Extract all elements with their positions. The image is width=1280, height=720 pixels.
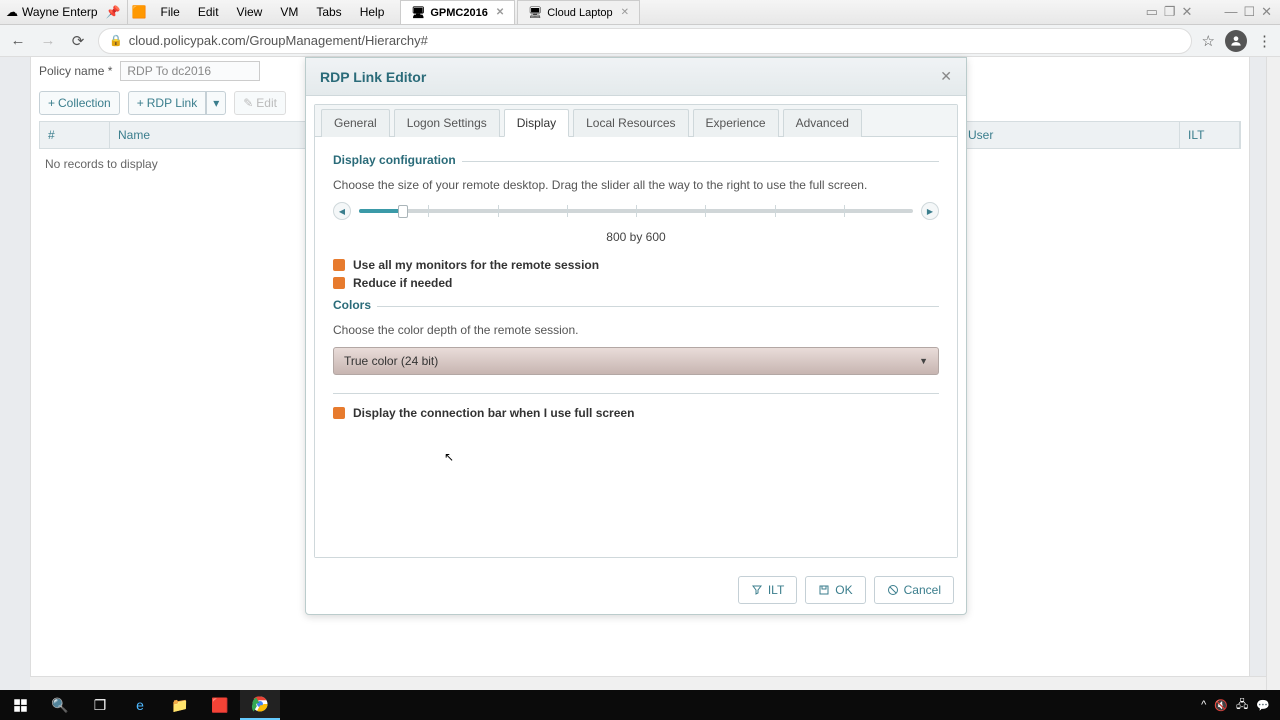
menu-vm[interactable]: VM xyxy=(272,2,306,22)
vm-tab-label: GPMC2016 xyxy=(430,7,487,19)
forward-button[interactable]: → xyxy=(38,32,58,49)
dialog-title: RDP Link Editor xyxy=(320,69,426,85)
group-display-config-title: Display configuration xyxy=(333,153,462,167)
tab-advanced[interactable]: Advanced xyxy=(783,109,862,137)
checkbox-connection-bar-label: Display the connection bar when I use fu… xyxy=(353,406,634,420)
menu-help[interactable]: Help xyxy=(352,2,393,22)
tray-network-icon[interactable]: 🖧 xyxy=(1236,696,1248,715)
button-label: Cancel xyxy=(904,583,941,597)
reload-button[interactable]: ⟳ xyxy=(68,32,88,50)
checkbox-reduce[interactable] xyxy=(333,277,345,289)
color-depth-select[interactable]: True color (24 bit) ▼ xyxy=(333,347,939,375)
slider-thumb[interactable] xyxy=(398,205,408,218)
tab-display[interactable]: Display xyxy=(504,109,569,137)
vm-host-tab-label: Wayne Enterp xyxy=(22,5,98,19)
slider-decrease-button[interactable]: ◀ xyxy=(333,202,351,220)
tray-notifications-icon[interactable]: 💬 xyxy=(1256,699,1270,712)
close-icon[interactable]: ✕ xyxy=(1182,4,1193,20)
browser-toolbar: ← → ⟳ 🔒 cloud.policypak.com/GroupManagem… xyxy=(0,25,1280,57)
menu-edit[interactable]: Edit xyxy=(190,2,227,22)
menu-view[interactable]: View xyxy=(229,2,271,22)
checkbox-all-monitors[interactable] xyxy=(333,259,345,271)
chevron-down-icon: ▼ xyxy=(919,356,928,366)
rdp-link-editor-dialog: RDP Link Editor ✕ General Logon Settings… xyxy=(305,57,967,615)
ok-button[interactable]: OK xyxy=(805,576,865,604)
address-bar[interactable]: 🔒 cloud.policypak.com/GroupManagement/Hi… xyxy=(98,28,1192,54)
vm-host-bar: ☁ Wayne Enterp 📌 🟧 File Edit View VM Tab… xyxy=(0,0,1280,25)
tab-content-display: Display configuration Choose the size of… xyxy=(315,137,957,557)
button-label: ILT xyxy=(768,583,784,597)
bookmark-star-icon[interactable]: ☆ xyxy=(1202,32,1215,50)
kebab-menu-icon[interactable]: ⋮ xyxy=(1257,32,1272,50)
close-icon[interactable]: ✕ xyxy=(621,7,629,18)
group-colors-title: Colors xyxy=(333,298,377,312)
color-depth-value: True color (24 bit) xyxy=(344,354,438,368)
slider-increase-button[interactable]: ▶ xyxy=(921,202,939,220)
close-icon[interactable]: ✕ xyxy=(496,7,504,18)
taskbar-app[interactable]: 🟥 xyxy=(200,690,240,720)
tab-logon-settings[interactable]: Logon Settings xyxy=(394,109,500,137)
resolution-value: 800 by 600 xyxy=(333,230,939,244)
vm-tabs: 🖥 GPMC2016 ✕ 🖥 Cloud Laptop ✕ xyxy=(400,0,642,24)
lock-icon: 🔒 xyxy=(109,34,123,47)
monitor-icon: 🖥 xyxy=(411,6,425,19)
dialog-tabs: General Logon Settings Display Local Res… xyxy=(315,105,957,137)
vm-tab-cloud[interactable]: 🖥 Cloud Laptop ✕ xyxy=(517,0,640,24)
checkbox-all-monitors-label: Use all my monitors for the remote sessi… xyxy=(353,258,599,272)
monitor-icon: 🖥 xyxy=(528,6,542,19)
ilt-button[interactable]: ILT xyxy=(738,576,797,604)
guest-minimize-icon[interactable]: ― xyxy=(1224,4,1237,20)
group-display-config-desc: Choose the size of your remote desktop. … xyxy=(333,178,939,192)
menu-tabs[interactable]: Tabs xyxy=(308,2,349,22)
taskbar-explorer[interactable]: 📁 xyxy=(160,690,200,720)
menu-file[interactable]: File xyxy=(153,2,188,22)
url-text: cloud.policypak.com/GroupManagement/Hier… xyxy=(129,33,428,48)
vm-tab-gpmc[interactable]: 🖥 GPMC2016 ✕ xyxy=(400,0,515,24)
back-button[interactable]: ← xyxy=(8,32,28,49)
minimize-icon[interactable]: ▭ xyxy=(1146,4,1158,20)
checkbox-connection-bar[interactable] xyxy=(333,407,345,419)
pin-icon[interactable]: 📌 xyxy=(106,5,121,19)
cloud-icon: ☁ xyxy=(6,5,18,19)
tab-general[interactable]: General xyxy=(321,109,390,137)
checkbox-reduce-label: Reduce if needed xyxy=(353,276,452,290)
dialog-close-button[interactable]: ✕ xyxy=(940,68,952,85)
system-tray[interactable]: ^ 🔇 🖧 💬 xyxy=(1201,696,1280,715)
profile-avatar[interactable] xyxy=(1225,30,1247,52)
tray-volume-icon[interactable]: 🔇 xyxy=(1214,699,1228,712)
guest-maximize-icon[interactable]: ☐ xyxy=(1243,4,1255,20)
task-view-icon[interactable]: ❐ xyxy=(80,690,120,720)
cancel-button[interactable]: Cancel xyxy=(874,576,954,604)
search-icon[interactable]: 🔍 xyxy=(40,690,80,720)
vm-app-icon: 🟧 xyxy=(132,5,147,19)
taskbar-chrome[interactable] xyxy=(240,690,280,720)
host-window-controls: ▭ ❐ ✕ ― ☐ ✕ xyxy=(1146,4,1280,20)
tab-experience[interactable]: Experience xyxy=(693,109,779,137)
button-label: OK xyxy=(835,583,852,597)
windows-taskbar: 🔍 ❐ e 📁 🟥 ^ 🔇 🖧 💬 xyxy=(0,690,1280,720)
vm-menu: File Edit View VM Tabs Help xyxy=(153,2,393,22)
group-colors-desc: Choose the color depth of the remote ses… xyxy=(333,323,939,337)
tab-local-resources[interactable]: Local Resources xyxy=(573,109,688,137)
restore-icon[interactable]: ❐ xyxy=(1164,4,1176,20)
resolution-slider[interactable] xyxy=(359,202,913,220)
vm-tab-label: Cloud Laptop xyxy=(547,7,612,19)
start-button[interactable] xyxy=(0,690,40,720)
tray-chevron-icon[interactable]: ^ xyxy=(1201,699,1206,711)
taskbar-ie[interactable]: e xyxy=(120,690,160,720)
vm-host-tab[interactable]: ☁ Wayne Enterp 📌 xyxy=(0,0,128,24)
guest-close-icon[interactable]: ✕ xyxy=(1261,4,1272,20)
